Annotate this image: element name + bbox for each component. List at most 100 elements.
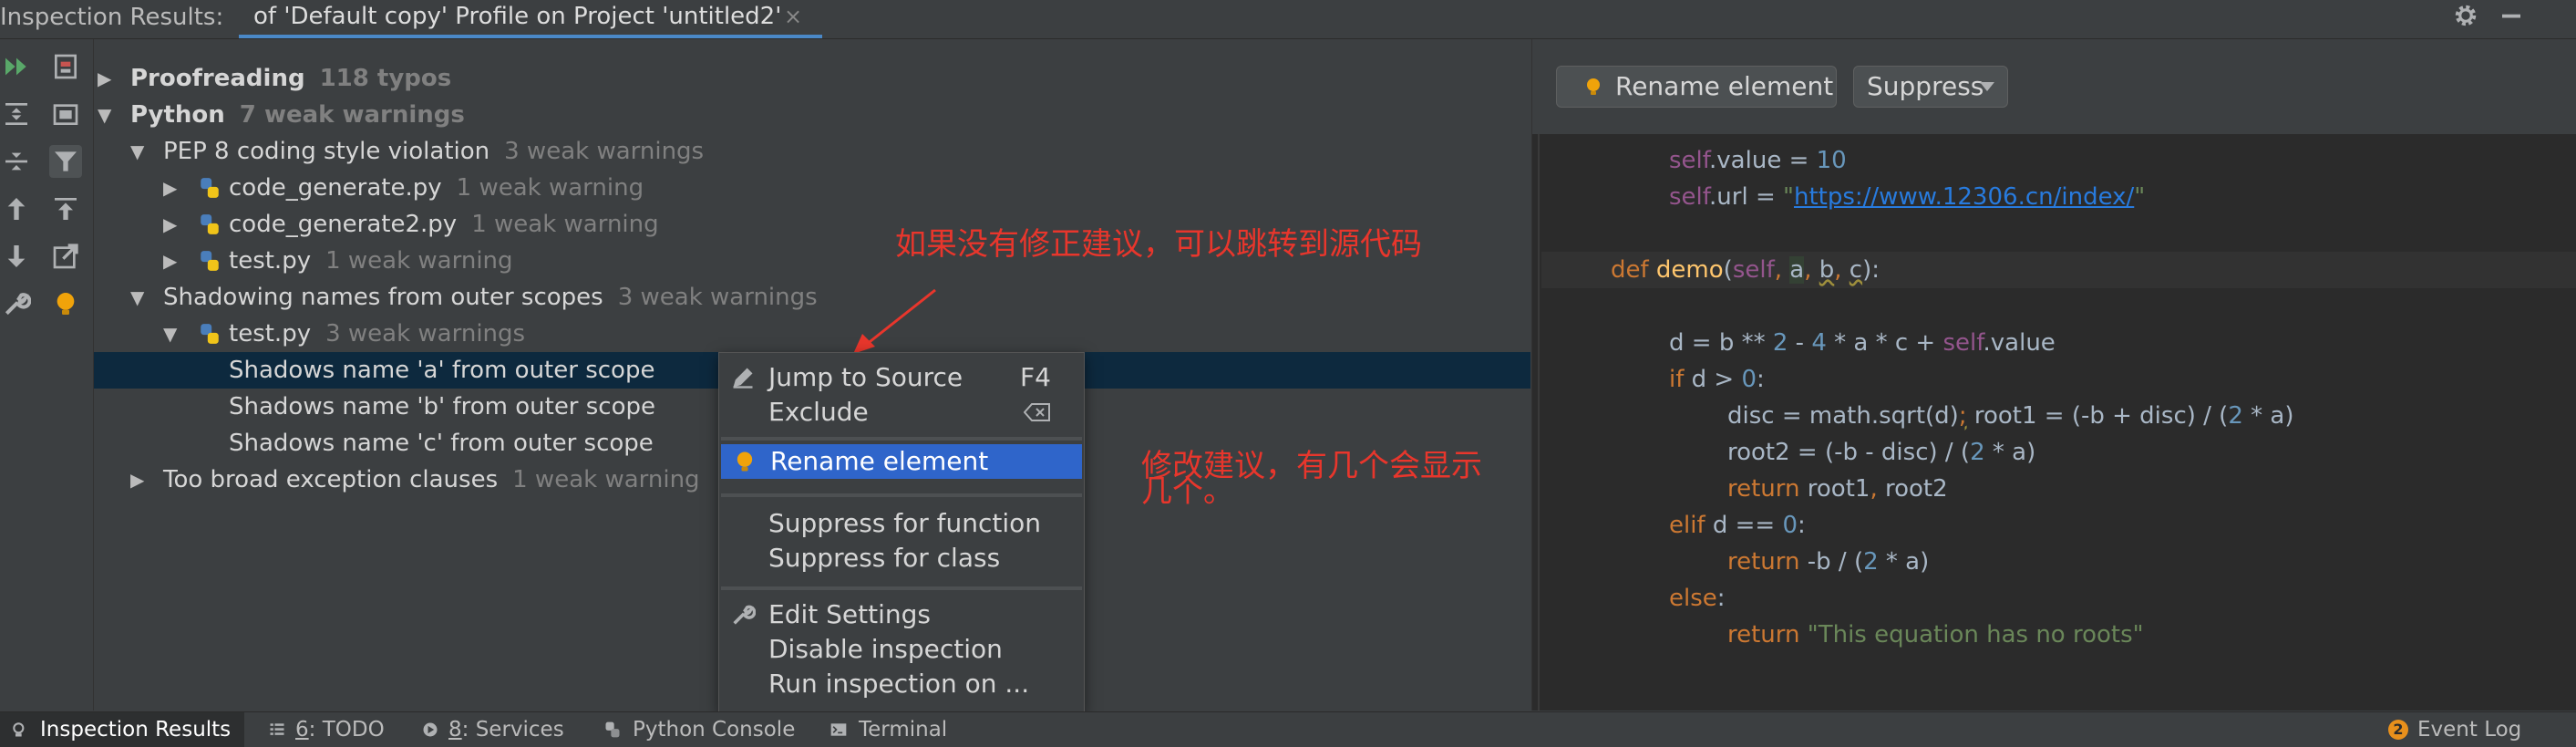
preview-panel: Rename element Suppress self.value = 10 … bbox=[1531, 39, 2576, 711]
tree-node-file[interactable]: ▶ code_generate.py 1 weak warning bbox=[94, 170, 1530, 206]
menu-item-label: Disable inspection bbox=[768, 634, 1003, 664]
next-problem-icon[interactable] bbox=[0, 240, 33, 273]
gutter bbox=[1538, 134, 1540, 711]
previous-problem-icon[interactable] bbox=[0, 192, 33, 225]
tree-node-count: 1 weak warning bbox=[456, 174, 644, 202]
results-tab[interactable]: of 'Default copy' Profile on Project 'un… bbox=[239, 0, 822, 38]
preview-toolbar: Rename element Suppress bbox=[1532, 39, 2576, 135]
rename-element-button[interactable]: Rename element bbox=[1556, 66, 1837, 108]
menu-item-jump-to-source[interactable]: Jump to Source F4 bbox=[719, 360, 1084, 395]
expanded-arrow-icon[interactable]: ▼ bbox=[163, 316, 177, 352]
tree-node-file[interactable]: ▼ test.py 3 weak warnings bbox=[94, 316, 1530, 352]
tool-tab-event-log[interactable]: 2 Event Log bbox=[2388, 712, 2543, 747]
tree-node-count: 7 weak warnings bbox=[239, 101, 465, 129]
tree-node-count: 3 weak warnings bbox=[325, 320, 526, 348]
title-bar: Inspection Results: of 'Default copy' Pr… bbox=[0, 0, 2576, 39]
bulb-icon bbox=[737, 451, 753, 472]
menu-item-rename-element[interactable]: Rename element bbox=[721, 444, 1082, 479]
menu-item-suppress-function[interactable]: Suppress for function bbox=[719, 506, 1084, 541]
close-tab-icon[interactable]: × bbox=[784, 0, 802, 33]
todo-icon bbox=[270, 723, 284, 735]
expand-all-icon[interactable] bbox=[0, 98, 33, 130]
context-menu: Jump to Source F4 Exclude Rename element… bbox=[718, 352, 1085, 713]
menu-item-label: Jump to Source bbox=[768, 362, 963, 392]
code-line: else: bbox=[1669, 585, 1726, 612]
collapsed-arrow-icon[interactable]: ▶ bbox=[163, 170, 177, 206]
inspection-icon bbox=[13, 722, 25, 737]
terminal-icon bbox=[830, 723, 847, 736]
bulb-icon[interactable] bbox=[49, 287, 82, 320]
minimize-icon[interactable] bbox=[2498, 2, 2529, 33]
pencil-icon bbox=[733, 368, 753, 389]
tool-window-title: Inspection Results: bbox=[0, 4, 224, 31]
annotation-fix-hint: 修改建议，有几个会显示 几个。 bbox=[1141, 447, 1482, 511]
code-line: root2 = (-b - disc) / (2 * a) bbox=[1727, 439, 2036, 466]
tree-node-label: test.py 1 weak warning bbox=[229, 247, 513, 275]
collapsed-arrow-icon[interactable]: ▶ bbox=[163, 206, 177, 243]
tool-tab-python-console[interactable]: Python Console bbox=[603, 712, 795, 747]
tree-node-label: code_generate.py 1 weak warning bbox=[229, 174, 644, 202]
tool-tab-services[interactable]: 8: Services bbox=[421, 712, 576, 747]
tree-node-count: 1 weak warning bbox=[325, 247, 513, 275]
menu-item-label: Suppress for function bbox=[768, 508, 1042, 538]
export-icon[interactable] bbox=[49, 50, 82, 83]
code-line: elif d == 0: bbox=[1669, 512, 1806, 539]
tree-node-shadowing[interactable]: ▼ Shadowing names from outer scopes 3 wea… bbox=[94, 279, 1530, 316]
tree-node-label: Too broad exception clauses 1 weak warnin… bbox=[163, 466, 700, 493]
python-file-icon bbox=[201, 324, 219, 344]
tool-tab-label: Inspection Results bbox=[40, 718, 232, 742]
code-line-current: def demo(self, a, b, c): bbox=[1541, 252, 2576, 288]
menu-separator bbox=[721, 586, 1082, 590]
tree-node-count: 1 weak warning bbox=[471, 211, 659, 238]
python-file-icon bbox=[201, 178, 219, 198]
tree-node-count: 118 typos bbox=[319, 65, 452, 92]
tree-node-label: Proofreading 118 typos bbox=[130, 65, 452, 92]
gear-icon[interactable] bbox=[2452, 2, 2483, 33]
tree-node-pep8[interactable]: ▼ PEP 8 coding style violation 3 weak war… bbox=[94, 133, 1530, 170]
tree-node-label: Shadows name 'b' from outer scope bbox=[229, 393, 656, 420]
tool-tab-todo[interactable]: 6: TODO bbox=[268, 712, 396, 747]
bulb-icon bbox=[1587, 78, 1600, 95]
menu-item-label: Run inspection on ... bbox=[768, 669, 1030, 699]
wrench-icon[interactable] bbox=[0, 287, 33, 320]
python-file-icon bbox=[201, 251, 219, 271]
wrench-icon bbox=[733, 605, 756, 625]
inspection-toolbar bbox=[0, 39, 94, 711]
collapsed-arrow-icon[interactable]: ▶ bbox=[130, 462, 144, 498]
group-by-directory-icon[interactable] bbox=[49, 98, 82, 130]
menu-item-suppress-class[interactable]: Suppress for class bbox=[719, 541, 1084, 576]
menu-item-label: Rename element bbox=[770, 446, 989, 476]
tree-node-proofreading[interactable]: ▶ Proofreading 118 typos bbox=[94, 60, 1530, 97]
autoscroll-to-source-icon[interactable] bbox=[49, 192, 82, 225]
tool-tab-inspection-results[interactable]: Inspection Results bbox=[0, 712, 244, 747]
menu-separator bbox=[721, 493, 1082, 497]
tree-node-python[interactable]: ▼ Python 7 weak warnings bbox=[94, 97, 1530, 133]
python-file-icon bbox=[201, 214, 219, 234]
collapsed-arrow-icon[interactable]: ▶ bbox=[163, 243, 177, 279]
menu-item-label: Edit Settings bbox=[768, 599, 931, 629]
menu-item-exclude[interactable]: Exclude bbox=[719, 395, 1084, 430]
code-line: self.value = 10 bbox=[1669, 147, 1847, 174]
tree-node-label: test.py 3 weak warnings bbox=[229, 320, 526, 348]
rerun-icon[interactable] bbox=[0, 50, 33, 83]
menu-item-label: Exclude bbox=[768, 397, 869, 427]
expanded-arrow-icon[interactable]: ▼ bbox=[98, 97, 111, 133]
code-line: d = b ** 2 - 4 * a * c + self.value bbox=[1669, 329, 2056, 357]
suppress-dropdown[interactable]: Suppress bbox=[1853, 66, 2008, 108]
tool-tab-label: 8: Services bbox=[448, 718, 564, 742]
code-line: if d > 0: bbox=[1669, 366, 1765, 393]
tool-tab-label: Terminal bbox=[859, 718, 948, 742]
open-in-editor-icon[interactable] bbox=[49, 240, 82, 273]
menu-item-run-inspection[interactable]: Run inspection on ... bbox=[719, 667, 1084, 701]
filter-icon[interactable] bbox=[49, 145, 82, 178]
tool-tab-terminal[interactable]: Terminal bbox=[829, 712, 957, 747]
expanded-arrow-icon[interactable]: ▼ bbox=[130, 279, 144, 316]
expanded-arrow-icon[interactable]: ▼ bbox=[130, 133, 144, 170]
tree-node-label: Shadows name 'c' from outer scope bbox=[229, 430, 654, 457]
collapsed-arrow-icon[interactable]: ▶ bbox=[98, 60, 111, 97]
tree-node-label: PEP 8 coding style violation 3 weak warni… bbox=[163, 138, 705, 165]
menu-item-disable-inspection[interactable]: Disable inspection bbox=[719, 632, 1084, 667]
collapse-all-icon[interactable] bbox=[0, 145, 33, 178]
menu-item-edit-settings[interactable]: Edit Settings bbox=[719, 597, 1084, 632]
tree-node-label: Shadowing names from outer scopes 3 weak … bbox=[163, 284, 818, 311]
